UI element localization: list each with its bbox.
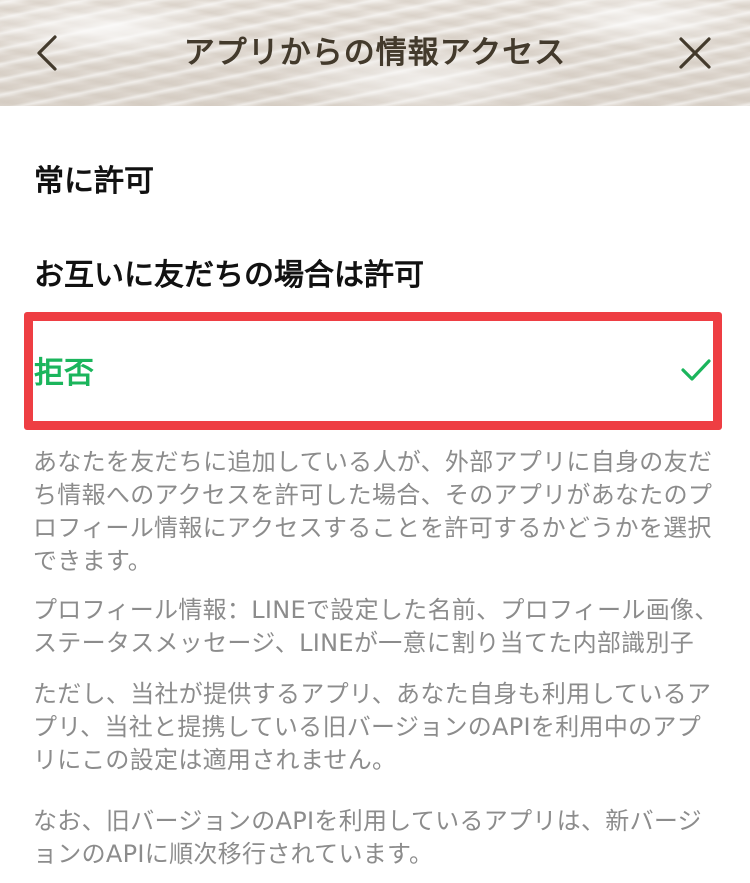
option-label: 拒否 (34, 356, 94, 391)
option-allow-if-mutual-friends[interactable]: お互いに友だちの場合は許可 (0, 240, 750, 304)
api-migration-note: なお、旧バージョンのAPIを利用しているアプリは、新バージョンのAPIに順次移行… (33, 807, 702, 868)
description-paragraph: あなたを友だちに追加している人が、外部アプリに自身の友だち情報へのアクセスを許可… (33, 448, 713, 575)
app-info-access-settings-page: アプリからの情報アクセス 常に許可 お互いに友だちの場合は許可 拒否 あなたを友… (0, 0, 750, 883)
profile-info-note: プロフィール情報：LINEで設定した名前、プロフィール画像、ステータスメッセージ… (33, 596, 719, 657)
exceptions-note: ただし、当社が提供するアプリ、あなた自身も利用しているアプリ、当社と提携している… (33, 680, 712, 774)
page-title: アプリからの情報アクセス (183, 35, 567, 71)
close-button[interactable] (670, 28, 720, 78)
chevron-left-icon (37, 35, 57, 71)
back-button[interactable] (22, 28, 70, 78)
close-icon (679, 37, 711, 69)
option-label: お互いに友だちの場合は許可 (34, 258, 424, 293)
checkmark-icon (680, 357, 712, 383)
option-always-allow[interactable]: 常に許可 (0, 148, 750, 208)
option-label: 常に許可 (34, 164, 154, 199)
option-deny[interactable]: 拒否 (0, 338, 750, 402)
header-bar: アプリからの情報アクセス (0, 0, 750, 106)
